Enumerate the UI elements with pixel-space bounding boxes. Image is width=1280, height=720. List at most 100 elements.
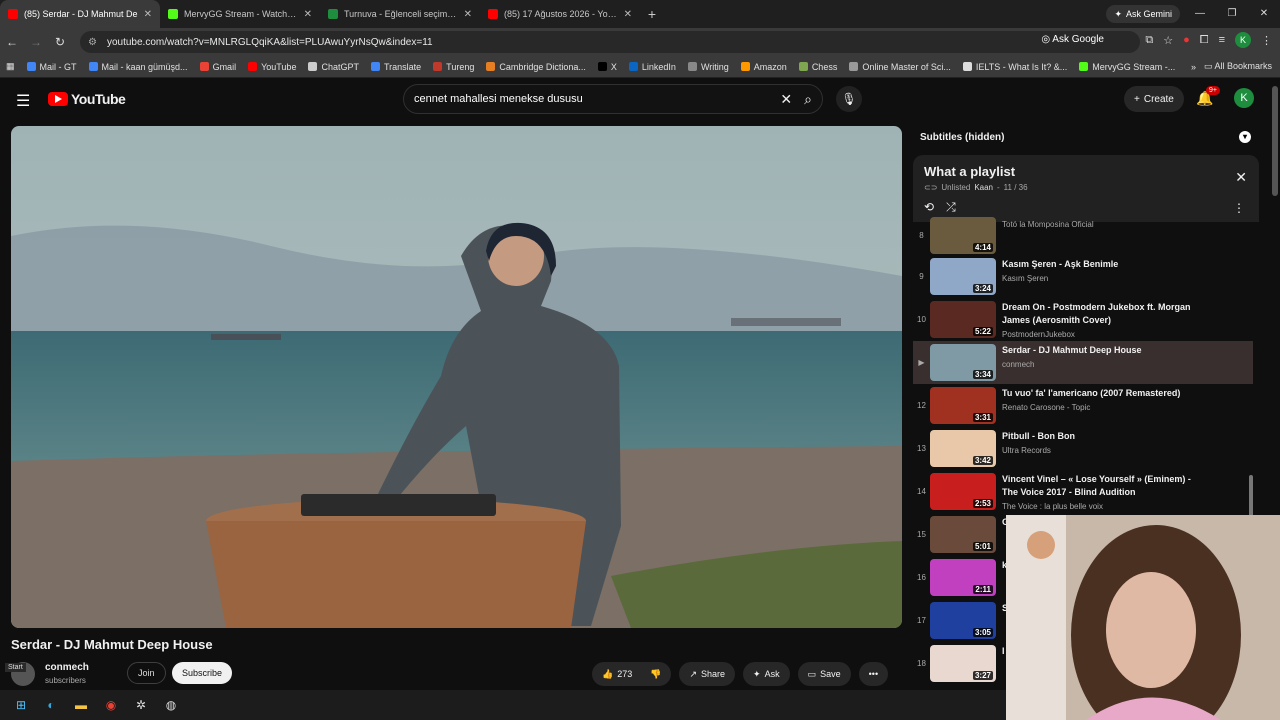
windows-start-icon[interactable]: ⊞ xyxy=(10,694,32,716)
bookmark-item[interactable]: LinkedIn xyxy=(628,62,676,72)
search-icon[interactable]: ⌕ xyxy=(804,91,812,108)
browser-tab[interactable]: (85) 17 Ağustos 2026 - YouTube ✕ xyxy=(480,0,640,28)
youtube-logo[interactable]: YouTube xyxy=(48,91,126,107)
browser-tab[interactable]: Turnuva - Eğlenceli seçimler yap ✕ xyxy=(320,0,480,28)
clear-search-icon[interactable]: ✕ xyxy=(780,91,792,108)
file-explorer-icon[interactable]: ▬ xyxy=(70,694,92,716)
hamburger-menu-icon[interactable]: ☰ xyxy=(16,91,30,111)
page-scrollbar[interactable] xyxy=(1272,86,1278,196)
app-icon[interactable]: ◍ xyxy=(160,694,182,716)
bookmark-item[interactable]: IELTS - What Is It? &... xyxy=(962,62,1067,72)
playlist-item[interactable]: 13 3:42 Pitbull - Bon Bon Ultra Records xyxy=(913,427,1253,470)
voice-search-icon[interactable]: 🎙 xyxy=(836,86,862,112)
close-tab-icon[interactable]: ✕ xyxy=(144,9,152,20)
playlist-item-thumbnail[interactable]: 4:14 xyxy=(930,217,996,254)
chevron-down-icon[interactable]: ▾ xyxy=(1239,131,1251,143)
playlist-item[interactable]: 12 3:31 Tu vuo' fa' l'americano (2007 Re… xyxy=(913,384,1253,427)
playlist-item-thumbnail[interactable]: 5:01 xyxy=(930,516,996,553)
playlist-item-thumbnail[interactable]: 3:34 xyxy=(930,344,996,381)
playlist-item-thumbnail[interactable]: 2:53 xyxy=(930,473,996,510)
close-tab-icon[interactable]: ✕ xyxy=(464,9,472,20)
forward-button[interactable]: → xyxy=(24,35,48,49)
install-icon[interactable]: ⧉ xyxy=(1145,34,1153,47)
new-tab-button[interactable]: + xyxy=(640,6,664,22)
account-avatar[interactable]: K xyxy=(1234,88,1254,108)
profile-avatar[interactable]: K xyxy=(1235,32,1251,48)
chatgpt-icon[interactable]: ✲ xyxy=(130,694,152,716)
extension-icon[interactable]: ● xyxy=(1183,34,1190,46)
playlist-item-thumbnail[interactable]: 5:22 xyxy=(930,301,996,338)
playlist-item-thumbnail[interactable]: 3:27 xyxy=(930,645,996,682)
video-player[interactable] xyxy=(11,126,902,628)
bookmark-item[interactable]: Cambridge Dictiona... xyxy=(486,62,586,72)
playlist-item[interactable]: 9 3:24 Kasım Şeren - Aşk Benimle Kasım Şe… xyxy=(913,255,1253,298)
playlist-item-thumbnail[interactable]: 3:05 xyxy=(930,602,996,639)
reload-button[interactable]: ↻ xyxy=(48,35,72,49)
close-tab-icon[interactable]: ✕ xyxy=(624,9,632,20)
apps-grid-icon[interactable]: ▦ xyxy=(6,61,15,72)
shuffle-icon[interactable]: ⤮ xyxy=(946,200,956,215)
ask-gemini-button[interactable]: ✦ Ask Gemini xyxy=(1106,5,1180,23)
loop-icon[interactable]: ⟲ xyxy=(924,200,934,215)
playlist-item-thumbnail[interactable]: 3:42 xyxy=(930,430,996,467)
playlist-item[interactable]: ▶ 3:34 Serdar - DJ Mahmut Deep House conm… xyxy=(913,341,1253,384)
subscribe-button[interactable]: Subscribe xyxy=(172,662,233,684)
close-window-button[interactable]: ✕ xyxy=(1248,0,1280,28)
all-bookmarks-folder[interactable]: ▭ All Bookmarks xyxy=(1204,61,1272,72)
url-bar[interactable]: ⚙ youtube.com/watch?v=MNLRGLQqiKA&list=P… xyxy=(80,31,1140,53)
ask-button[interactable]: ✦ Ask xyxy=(743,662,790,686)
menu-kebab-icon[interactable]: ⋮ xyxy=(1261,34,1272,47)
share-button[interactable]: ↗ Share xyxy=(679,662,736,686)
create-button[interactable]: + Create xyxy=(1124,86,1184,112)
close-playlist-icon[interactable]: ✕ xyxy=(1235,169,1247,186)
playlist-more-icon[interactable]: ⋮ xyxy=(1233,201,1245,215)
site-info-icon[interactable]: ⚙ xyxy=(88,37,97,48)
chrome-icon[interactable]: ◉ xyxy=(100,694,122,716)
playlist-title[interactable]: What a playlist xyxy=(924,164,1015,179)
bookmark-item[interactable]: Gmail xyxy=(199,61,237,72)
ask-google-button[interactable]: ◎ Ask Google xyxy=(1041,34,1104,45)
playlist-owner[interactable]: Kaan xyxy=(974,183,993,192)
more-bookmarks-chevron-icon[interactable]: » xyxy=(1191,62,1196,72)
bookmark-item[interactable]: YouTube xyxy=(248,62,296,72)
bookmark-item[interactable]: Mail - kaan gümüşd... xyxy=(88,62,188,72)
bookmark-item[interactable]: Online Master of Sci... xyxy=(849,62,951,72)
bookmark-item[interactable]: Mail - GT xyxy=(26,62,77,72)
search-input[interactable]: cennet mahallesi menekse dususu xyxy=(414,93,780,105)
back-button[interactable]: ← xyxy=(0,35,24,49)
bookmark-item[interactable]: Translate xyxy=(370,62,421,72)
bookmark-label: ChatGPT xyxy=(321,61,359,72)
browser-tab[interactable]: (85) Serdar - DJ Mahmut De ✕ xyxy=(0,0,160,28)
bookmark-item[interactable]: X xyxy=(597,62,617,72)
bookmark-star-icon[interactable]: ☆ xyxy=(1163,34,1173,47)
bookmark-item[interactable]: Amazon xyxy=(740,62,787,72)
like-button[interactable]: 👍 273 xyxy=(592,662,641,686)
playlist-item[interactable]: 14 2:53 Vincent Vinel – « Lose Yourself … xyxy=(913,470,1253,513)
bookmark-label: Gmail xyxy=(212,61,237,72)
save-button[interactable]: ▭ Save xyxy=(797,662,851,686)
join-button[interactable]: Join xyxy=(127,662,166,684)
playlist-item[interactable]: 10 5:22 Dream On - Postmodern Jukebox ft… xyxy=(913,298,1253,341)
bookmark-item[interactable]: MervyGG Stream -... xyxy=(1079,62,1175,72)
more-actions-button[interactable]: ••• xyxy=(858,662,889,686)
playlist-item-index: 17 xyxy=(917,616,926,625)
bookmark-item[interactable]: Writing xyxy=(687,62,729,72)
minimize-button[interactable]: — xyxy=(1184,0,1216,28)
search-box[interactable]: cennet mahallesi menekse dususu ✕ ⌕ xyxy=(403,84,823,114)
playlist-item[interactable]: 8 4:14 Totó la Momposina Oficial xyxy=(913,214,1253,257)
browser-tab[interactable]: MervyGG Stream - Watch Live ✕ xyxy=(160,0,320,28)
close-tab-icon[interactable]: ✕ xyxy=(304,9,312,20)
maximize-button[interactable]: ❐ xyxy=(1216,0,1248,28)
bookmark-item[interactable]: Chess xyxy=(798,62,837,72)
playlist-item-thumbnail[interactable]: 3:31 xyxy=(930,387,996,424)
playlist-item-thumbnail[interactable]: 3:24 xyxy=(930,258,996,295)
bookmark-item[interactable]: ChatGPT xyxy=(308,62,359,72)
media-icon[interactable]: ≡ xyxy=(1219,34,1225,46)
extensions-puzzle-icon[interactable]: ⧠ xyxy=(1200,34,1209,47)
dislike-button[interactable]: 👎 xyxy=(640,662,672,686)
playlist-item-thumbnail[interactable]: 2:11 xyxy=(930,559,996,596)
subtitles-panel-header[interactable]: Subtitles (hidden) ▾ xyxy=(913,126,1259,148)
bookmark-item[interactable]: Tureng xyxy=(433,62,474,72)
channel-name[interactable]: conmech xyxy=(45,662,89,673)
edge-icon[interactable]: ◐ xyxy=(40,694,62,716)
